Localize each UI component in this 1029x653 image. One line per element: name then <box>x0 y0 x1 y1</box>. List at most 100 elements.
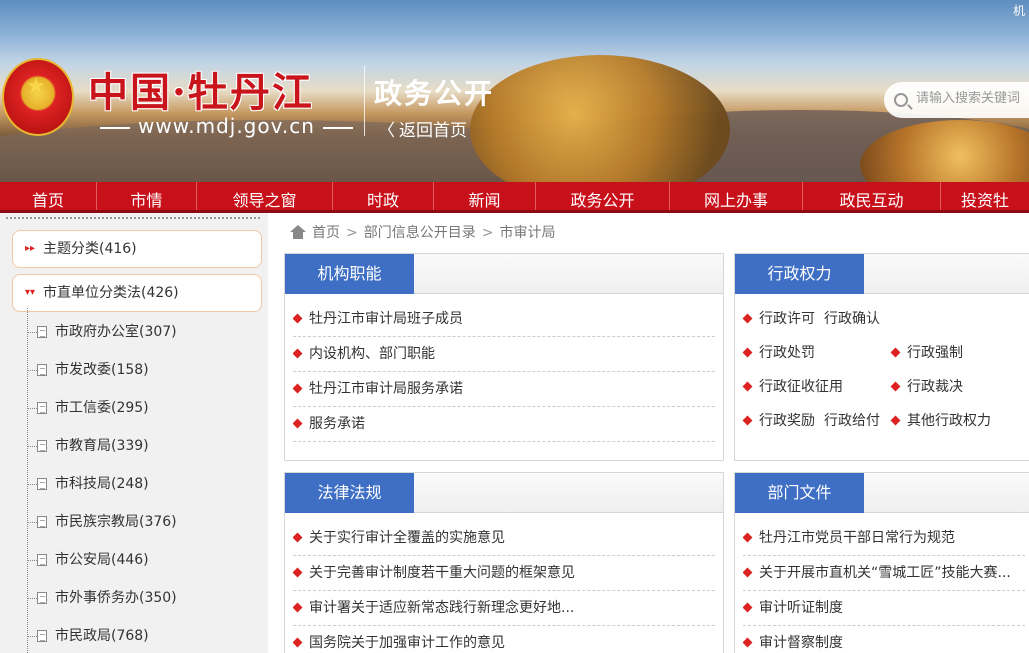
list-item[interactable]: 审计听证制度 <box>743 591 1025 626</box>
unit-label: 市外事侨务办(350) <box>55 590 177 606</box>
document-icon <box>37 364 47 376</box>
corner-link[interactable]: 机 <box>1013 2 1025 19</box>
breadcrumb-current[interactable]: 市审计局 <box>499 225 555 241</box>
unit-item[interactable]: 市民族宗教局(376) <box>27 511 177 531</box>
unit-item[interactable]: 市工信委(295) <box>27 397 149 417</box>
home-icon <box>290 225 306 239</box>
list-item-label: 服务承诺 <box>309 416 365 432</box>
category-units[interactable]: ▾▾ 市直单位分类法(426) <box>12 274 262 312</box>
tab-laws[interactable]: 法律法规 <box>285 473 414 513</box>
double-arrow-down-icon: ▾▾ <box>25 287 36 298</box>
unit-item[interactable]: 市公安局(446) <box>27 549 149 569</box>
list-item[interactable]: 国务院关于加强审计工作的意见 <box>293 626 715 653</box>
panel-header: 行政权力 <box>735 254 1029 294</box>
power-link[interactable]: 行政裁决 <box>890 377 963 397</box>
nav-item-home[interactable]: 首页 <box>0 182 97 210</box>
panel-header: 机构职能 <box>285 254 723 294</box>
document-icon <box>37 592 47 604</box>
bullet-icon <box>293 532 303 543</box>
nav-item-gov-affairs[interactable]: 政务公开 <box>536 182 670 210</box>
back-home-label: 返回首页 <box>399 121 467 141</box>
power-link[interactable]: 行政确认 <box>824 309 880 329</box>
document-icon <box>37 326 47 338</box>
back-home-link[interactable]: 〈返回首页 <box>378 116 467 141</box>
bullet-icon <box>742 347 753 358</box>
list-item[interactable]: 关于实行审计全覆盖的实施意见 <box>293 521 715 556</box>
bullet-icon <box>743 567 753 578</box>
power-link[interactable]: 行政许可 <box>742 309 815 329</box>
tab-org-functions[interactable]: 机构职能 <box>285 254 414 294</box>
nav-item-interaction[interactable]: 政民互动 <box>803 182 941 210</box>
tab-admin-power[interactable]: 行政权力 <box>735 254 864 294</box>
list-item-label: 内设机构、部门职能 <box>309 346 435 362</box>
unit-label: 市政府办公室(307) <box>55 324 177 340</box>
list-item[interactable]: 牡丹江市审计局班子成员 <box>293 302 715 337</box>
search-icon[interactable] <box>894 93 908 107</box>
list-item[interactable]: 审计署关于适应新常态践行新理念更好地... <box>293 591 715 626</box>
bullet-icon <box>293 383 303 394</box>
list-item[interactable]: 服务承诺 <box>293 407 715 442</box>
list-item-label: 关于完善审计制度若干重大问题的框架意见 <box>309 565 575 581</box>
bullet-icon <box>743 602 753 613</box>
power-link-label: 行政裁决 <box>907 379 963 395</box>
list-item-label: 牡丹江市审计局服务承诺 <box>309 381 463 397</box>
nav-item-politics[interactable]: 时政 <box>333 182 434 210</box>
site-logo-text[interactable]: 中国·牡丹江 <box>88 60 314 118</box>
power-link[interactable]: 行政给付 <box>824 411 880 431</box>
unit-item[interactable]: 市科技局(248) <box>27 473 149 493</box>
power-link[interactable]: 行政强制 <box>890 343 963 363</box>
document-icon <box>37 440 47 452</box>
power-link[interactable]: 行政征收征用 <box>742 377 843 397</box>
unit-item[interactable]: 市教育局(339) <box>27 435 149 455</box>
nav-item-city-info[interactable]: 市情 <box>97 182 197 210</box>
power-link[interactable]: 其他行政权力 <box>890 411 991 431</box>
power-link-label: 行政征收征用 <box>759 379 843 395</box>
bullet-icon <box>742 415 753 426</box>
unit-item[interactable]: 市民政局(768) <box>27 625 149 645</box>
panel-admin-power: 行政权力 行政许可 行政确认 行政处罚 行政强制 行政征收征用 行政裁决 行政奖… <box>734 253 1029 461</box>
panel-dept-docs: 部门文件 牡丹江市党员干部日常行为规范 关于开展市直机关“雪城工匠”技能大赛..… <box>734 472 1029 653</box>
unit-item[interactable]: 市政府办公室(307) <box>27 321 177 341</box>
breadcrumb-separator: > <box>481 225 494 241</box>
list-item[interactable]: 牡丹江市党员干部日常行为规范 <box>743 521 1025 556</box>
tab-dept-docs[interactable]: 部门文件 <box>735 473 864 513</box>
power-link[interactable]: 行政奖励 <box>742 411 815 431</box>
list-item[interactable]: 审计督察制度 <box>743 626 1025 653</box>
list-item[interactable]: 牡丹江市审计局服务承诺 <box>293 372 715 407</box>
bullet-icon <box>293 567 303 578</box>
category-topic[interactable]: ▸▸ 主题分类(416) <box>12 230 262 268</box>
list-item[interactable]: 关于完善审计制度若干重大问题的框架意见 <box>293 556 715 591</box>
bullet-icon <box>890 415 901 426</box>
list-item[interactable]: 关于开展市直机关“雪城工匠”技能大赛... <box>743 556 1025 591</box>
panel-header: 部门文件 <box>735 473 1029 513</box>
breadcrumb: 首页 > 部门信息公开目录 > 市审计局 <box>290 222 555 242</box>
unit-item[interactable]: 市外事侨务办(350) <box>27 587 177 607</box>
category-label: 主题分类(416) <box>43 241 137 257</box>
list-item-label: 审计署关于适应新常态践行新理念更好地... <box>309 600 575 616</box>
list-item-label: 牡丹江市审计局班子成员 <box>309 311 463 327</box>
bullet-icon <box>743 637 753 648</box>
power-link[interactable]: 行政处罚 <box>742 343 815 363</box>
bullet-icon <box>890 347 901 358</box>
list-item[interactable]: 内设机构、部门职能 <box>293 337 715 372</box>
nav-item-invest[interactable]: 投资牡 <box>941 182 1029 210</box>
nav-item-news[interactable]: 新闻 <box>434 182 536 210</box>
list-item-label: 审计督察制度 <box>759 635 843 651</box>
breadcrumb-directory[interactable]: 部门信息公开目录 <box>364 225 476 241</box>
bullet-icon <box>742 313 753 324</box>
search-input[interactable] <box>916 91 1029 106</box>
power-link-label: 行政奖励 <box>759 413 815 429</box>
bullet-icon <box>293 348 303 359</box>
search-box <box>884 82 1029 118</box>
list-item-label: 牡丹江市党员干部日常行为规范 <box>759 530 955 546</box>
list-item-label: 审计听证制度 <box>759 600 843 616</box>
nav-item-online-services[interactable]: 网上办事 <box>670 182 803 210</box>
divider <box>6 217 260 219</box>
header-banner: ★ 中国·牡丹江 www.mdj.gov.cn 政务公开 〈返回首页 机 <box>0 0 1029 182</box>
power-link-label: 行政许可 <box>759 311 815 327</box>
bullet-icon <box>890 381 901 392</box>
unit-item[interactable]: 市发改委(158) <box>27 359 149 379</box>
nav-item-leaders[interactable]: 领导之窗 <box>197 182 333 210</box>
unit-label: 市发改委(158) <box>55 362 149 378</box>
breadcrumb-home[interactable]: 首页 <box>312 225 340 241</box>
